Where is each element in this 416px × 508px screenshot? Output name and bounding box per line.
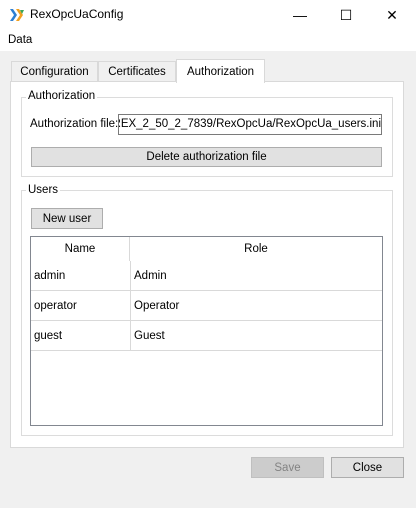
authorization-group-title: Authorization xyxy=(26,90,98,103)
table-row[interactable]: operator Operator xyxy=(31,291,382,321)
authorization-file-field[interactable]: s/REX_2_50_2_7839/RexOpcUa/RexOpcUa_user… xyxy=(118,114,382,135)
users-group-title: Users xyxy=(26,184,61,197)
column-divider xyxy=(130,321,131,351)
column-divider xyxy=(130,291,131,321)
user-name-cell[interactable]: operator xyxy=(34,291,130,321)
column-divider xyxy=(130,261,131,291)
menu-bar xyxy=(0,30,416,51)
user-role-cell[interactable]: Operator xyxy=(134,291,380,321)
column-header-role[interactable]: Role xyxy=(130,237,382,261)
authorization-file-value: s/REX_2_50_2_7839/RexOpcUa/RexOpcUa_user… xyxy=(118,118,381,130)
user-role-cell[interactable]: Admin xyxy=(134,261,380,291)
authorization-file-label: Authorization file: xyxy=(30,118,119,130)
maximize-button[interactable]: ☐ xyxy=(323,0,369,30)
tab-configuration[interactable]: Configuration xyxy=(11,61,98,82)
rex-logo-icon xyxy=(8,6,26,24)
delete-authorization-file-button[interactable]: Delete authorization file xyxy=(31,147,382,167)
close-button[interactable]: Close xyxy=(331,457,404,478)
maximize-icon: ☐ xyxy=(339,6,353,23)
minimize-icon: — xyxy=(293,7,307,23)
tab-certificates[interactable]: Certificates xyxy=(98,61,176,82)
user-name-cell[interactable]: admin xyxy=(34,261,130,291)
menu-item-data[interactable]: Data xyxy=(8,34,32,46)
tab-authorization[interactable]: Authorization xyxy=(176,59,265,83)
window-title: RexOpcUaConfig xyxy=(30,7,124,21)
table-row[interactable]: admin Admin xyxy=(31,261,382,291)
user-role-cell[interactable]: Guest xyxy=(134,321,380,351)
minimize-button[interactable]: — xyxy=(277,0,323,30)
save-button[interactable]: Save xyxy=(251,457,324,478)
user-name-cell[interactable]: guest xyxy=(34,321,130,351)
table-row[interactable]: guest Guest xyxy=(31,321,382,351)
new-user-button[interactable]: New user xyxy=(31,208,103,229)
close-icon: ✕ xyxy=(386,6,398,23)
close-window-button[interactable]: ✕ xyxy=(369,0,415,30)
column-header-name[interactable]: Name xyxy=(31,237,130,261)
